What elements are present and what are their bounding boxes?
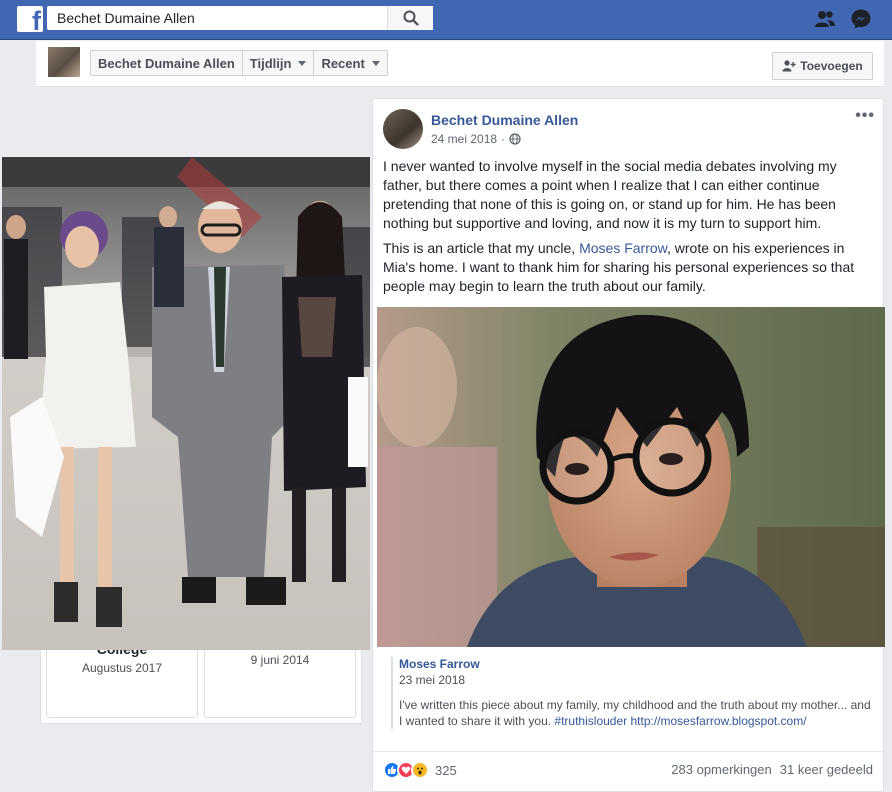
facebook-logo-icon[interactable]: f: [17, 6, 43, 32]
add-button-label: Toevoegen: [800, 59, 863, 73]
text-run: This is an article that my uncle,: [383, 240, 580, 256]
crumb-label: Recent: [321, 55, 365, 71]
post-card: Bechet Dumaine Allen 24 mei 2018 · ••• I…: [372, 98, 885, 792]
crumb-recent[interactable]: Recent: [314, 51, 386, 75]
search-box: [47, 6, 433, 30]
globe-icon: [509, 133, 521, 145]
post-date[interactable]: 24 mei 2018: [431, 132, 497, 146]
link-source[interactable]: Moses Farrow: [399, 657, 877, 671]
overlay-photo: [2, 157, 370, 650]
reactions-summary[interactable]: 325: [383, 761, 457, 779]
life-event-item[interactable]: 9 juni 2014: [204, 642, 356, 718]
messenger-icon[interactable]: [849, 8, 873, 30]
crumb-label: Bechet Dumaine Allen: [98, 55, 235, 71]
profile-thumbnail[interactable]: [48, 47, 80, 77]
hashtag-link[interactable]: #truthislouder: [554, 714, 627, 728]
wow-icon: [411, 761, 429, 779]
crumb-profile-name[interactable]: Bechet Dumaine Allen: [91, 51, 243, 75]
link-preview[interactable]: Moses Farrow 23 mei 2018 I've written th…: [391, 657, 877, 729]
mentioned-person-link[interactable]: Moses Farrow: [579, 240, 667, 256]
blog-url-link[interactable]: http://mosesfarrow.blogspot.com/: [630, 714, 806, 728]
meta-separator: ·: [501, 132, 506, 146]
crumb-timeline[interactable]: Tijdlijn: [243, 51, 315, 75]
engagement-stats: 283 opmerkingen 31 keer gedeeld: [671, 762, 873, 777]
life-event-date: 9 juni 2014: [250, 653, 310, 667]
post-paragraph: This is an article that my uncle, Moses …: [383, 239, 869, 296]
search-input[interactable]: [47, 6, 387, 30]
add-friend-icon: [782, 60, 796, 72]
timeline-header: Bechet Dumaine Allen Tijdlijn Recent Toe…: [36, 41, 884, 87]
crumb-label: Tijdlijn: [249, 55, 292, 71]
life-event-date: Augustus 2017: [81, 661, 163, 675]
logo-letter: f: [32, 6, 41, 32]
link-description: I've written this piece about my family,…: [399, 697, 877, 729]
post-footer: 325 283 opmerkingen 31 keer gedeeld: [373, 751, 883, 791]
breadcrumb: Bechet Dumaine Allen Tijdlijn Recent: [90, 50, 388, 76]
link-preview-image[interactable]: [377, 307, 885, 647]
search-button[interactable]: [387, 6, 433, 30]
post-body: I never wanted to involve myself in the …: [383, 157, 869, 302]
post-meta: 24 mei 2018 ·: [431, 132, 521, 146]
link-date: 23 mei 2018: [399, 673, 466, 687]
chevron-down-icon: [371, 60, 380, 66]
friends-icon[interactable]: [813, 8, 837, 30]
reaction-count[interactable]: 325: [435, 763, 457, 778]
shares-count[interactable]: 31 keer gedeeld: [780, 762, 873, 777]
post-paragraph: I never wanted to involve myself in the …: [383, 158, 837, 231]
life-event-item[interactable]: College Augustus 2017: [46, 641, 198, 718]
comments-count[interactable]: 283 opmerkingen: [671, 762, 771, 777]
post-author-name[interactable]: Bechet Dumaine Allen: [431, 112, 578, 128]
top-navigation-bar: f: [0, 0, 892, 40]
post-options-icon[interactable]: •••: [855, 107, 875, 125]
chevron-down-icon: [298, 60, 307, 66]
add-friend-button[interactable]: Toevoegen: [772, 52, 873, 80]
search-icon: [403, 10, 419, 26]
author-avatar[interactable]: [383, 109, 423, 149]
